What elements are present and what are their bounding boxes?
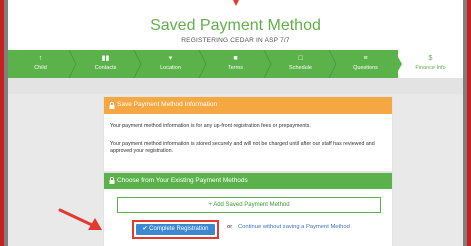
step-separators xyxy=(68,50,402,78)
existing-methods-heading: Choose from Your Existing Payment Method… xyxy=(117,177,248,184)
red-pointer-arrow-icon xyxy=(58,208,102,230)
check-circle-icon: ✔ xyxy=(142,226,148,232)
continue-without-saving-link[interactable]: Continue without saving a Payment Method xyxy=(238,224,350,230)
add-saved-payment-method-button[interactable]: + Add Saved Payment Method xyxy=(117,197,381,213)
right-edge-bar xyxy=(467,0,471,246)
payment-security-text: Your payment method information is store… xyxy=(110,141,375,154)
lock-icon xyxy=(109,177,115,184)
page-title: Saved Payment Method xyxy=(150,17,321,34)
top-arrow-marker xyxy=(233,0,239,6)
left-edge-bar xyxy=(0,0,4,246)
save-payment-panel-header: Save Payment Method Information xyxy=(104,97,392,114)
save-payment-heading: Save Payment Method Information xyxy=(117,101,218,108)
screenshot-frame: Saved Payment Method REGISTERING CEDAR I… xyxy=(0,0,471,246)
progress-steps: ↑ Child ▮▮ Contacts ▾ Location ■ Terms □… xyxy=(8,50,463,78)
complete-registration-highlight: ✔ Complete Registration xyxy=(132,220,219,239)
content-band xyxy=(8,78,463,94)
page-subtitle: REGISTERING CEDAR IN ASP 7/7 xyxy=(181,37,290,44)
existing-methods-panel-header: Choose from Your Existing Payment Method… xyxy=(104,173,392,189)
existing-methods-panel: Choose from Your Existing Payment Method… xyxy=(103,172,393,246)
header: Saved Payment Method REGISTERING CEDAR I… xyxy=(8,0,463,50)
payment-info-text: Your payment method information is for a… xyxy=(110,123,311,129)
lock-icon xyxy=(109,102,115,109)
complete-registration-label: Complete Registration xyxy=(149,226,209,232)
save-payment-panel: Save Payment Method Information Your pay… xyxy=(103,96,393,172)
complete-registration-button[interactable]: ✔ Complete Registration xyxy=(136,224,215,235)
or-text: or xyxy=(227,224,233,230)
